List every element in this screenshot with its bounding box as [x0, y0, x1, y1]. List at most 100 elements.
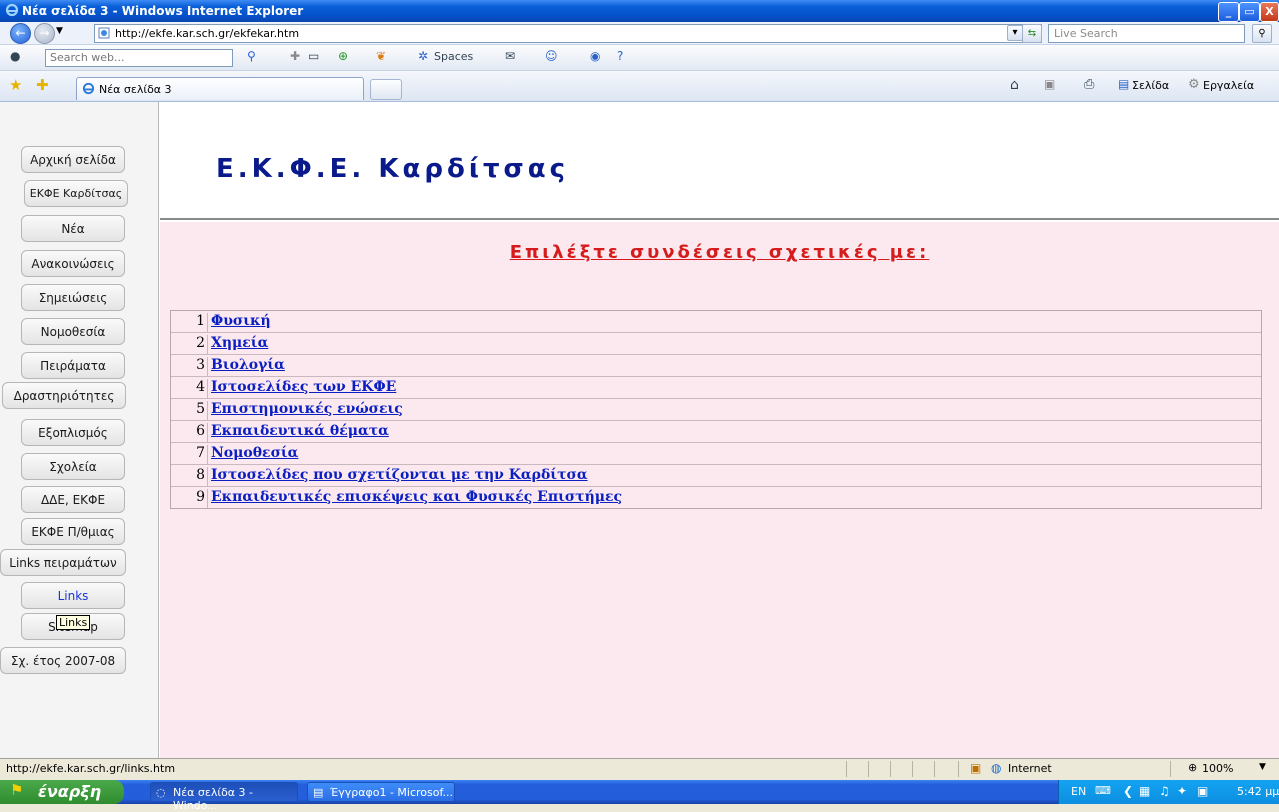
task-word[interactable]: ▤ Έγγραφο1 - Microsof... — [307, 782, 455, 802]
address-toolbar: ← → ▼ http://ekfe.kar.sch.gr/ekfekar.htm… — [0, 22, 1279, 45]
highlight-icon[interactable]: ✚ — [290, 49, 300, 63]
zoom-icon[interactable]: ⊕ — [1188, 761, 1197, 774]
link-educational-topics[interactable]: Εκπαιδευτικά θέματα — [211, 423, 389, 439]
search-toolbar: ● Search web... ⚲ ✚ ▭ ⊕ ❦ ✲ Spaces ✉ ☺ ◉… — [0, 45, 1279, 71]
page-menu-icon[interactable]: ▤ — [1118, 77, 1129, 91]
toolbar-logo-icon[interactable]: ● — [10, 49, 20, 63]
link-scientific-unions[interactable]: Επιστημονικές ενώσεις — [211, 401, 403, 417]
home-icon[interactable]: ⌂ — [1010, 77, 1019, 93]
tab-label: Νέα σελίδα 3 — [99, 83, 172, 96]
row-number: 8 — [175, 467, 208, 486]
nav-experiments[interactable]: Πειράματα — [21, 352, 125, 379]
link-biology[interactable]: Βιολογία — [211, 357, 285, 373]
recent-pages-dropdown-icon[interactable]: ▼ — [56, 26, 63, 36]
close-button[interactable]: X — [1260, 2, 1279, 22]
page-menu[interactable]: Σελίδα — [1132, 79, 1169, 92]
status-divider — [868, 761, 869, 777]
web-search-input[interactable]: Search web... — [45, 49, 233, 67]
print-icon[interactable]: ⎙ — [1084, 77, 1094, 92]
row-number: 7 — [175, 445, 208, 464]
add-favorite-icon[interactable]: ✚ — [36, 76, 49, 94]
address-dropdown-icon[interactable]: ▾ — [1007, 25, 1023, 41]
tools-menu[interactable]: Εργαλεία — [1203, 79, 1254, 92]
row-number: 3 — [175, 357, 208, 376]
minimize-button[interactable]: _ — [1218, 2, 1239, 22]
network-icon[interactable]: ▦ — [1139, 784, 1150, 798]
nav-links[interactable]: Links — [21, 582, 125, 609]
search-icon[interactable]: ⚲ — [1252, 24, 1272, 43]
link-educational-visits[interactable]: Εκπαιδευτικές επισκέψεις και Φυσικές Επι… — [211, 489, 622, 505]
nav-ekfe-primary[interactable]: ΕΚΦΕ Π/θμιας — [21, 518, 125, 545]
link-physics[interactable]: Φυσική — [211, 313, 271, 329]
security-icon[interactable]: ✦ — [1177, 784, 1187, 798]
task-ie-label: Νέα σελίδα 3 - Windo... — [173, 786, 254, 812]
back-button[interactable]: ← — [10, 23, 31, 44]
new-tab-button[interactable] — [370, 79, 402, 100]
tools-gear-icon[interactable]: ⚙ — [1188, 77, 1200, 92]
task-ie[interactable]: ◌ Νέα σελίδα 3 - Windo... — [150, 782, 298, 812]
site-title: Ε.Κ.Φ.Ε. Καρδίτσας — [216, 154, 570, 184]
nav-equipment[interactable]: Εξοπλισμός — [21, 419, 125, 446]
display-icon[interactable]: ▣ — [1197, 784, 1208, 798]
search-go-icon[interactable]: ⚲ — [247, 49, 256, 63]
live-search-input[interactable]: Live Search — [1048, 24, 1245, 43]
page-heading: Επιλέξτε συνδέσεις σχετικές με: — [509, 242, 930, 263]
nav-school-year[interactable]: Σχ. έτος 2007-08 — [0, 647, 126, 674]
system-tray: EN ⌨ ❮ ▦ ♫ ✦ ▣ 5:42 μμ — [1058, 780, 1279, 804]
table-row: 8 Ιστοσελίδες που σχετίζονται με την Καρδ… — [171, 465, 1261, 487]
nav-dde-ekfe[interactable]: ΔΔΕ, ΕΚΦΕ — [21, 486, 125, 513]
nav-activities[interactable]: Δραστηριότητες — [2, 382, 126, 409]
language-indicator[interactable]: EN — [1071, 785, 1086, 798]
nav-ekfe-karditsas[interactable]: ΕΚΦΕ Καρδίτσας — [24, 180, 128, 207]
nav-experiment-links[interactable]: Links πειραμάτων — [0, 549, 126, 576]
ie-tab-icon — [82, 82, 95, 95]
internet-zone-icon: ◍ — [991, 761, 1002, 775]
status-divider — [912, 761, 913, 777]
tab-bar: ★ ✚ Νέα σελίδα 3 ⌂ ▣ ⎙ ▤ Σελίδα ⚙ Εργαλε… — [0, 71, 1279, 102]
favorites-star-icon[interactable]: ★ — [9, 76, 22, 94]
address-bar[interactable]: http://ekfe.kar.sch.gr/ekfekar.htm — [94, 24, 1042, 43]
tab-active[interactable]: Νέα σελίδα 3 — [76, 77, 364, 100]
page-icon — [98, 27, 110, 39]
status-divider — [934, 761, 935, 777]
nav-announcements[interactable]: Ανακοινώσεις — [21, 250, 125, 277]
spaces-label[interactable]: Spaces — [434, 50, 473, 63]
keyboard-icon[interactable]: ⌨ — [1095, 784, 1111, 797]
alerts-icon[interactable]: ◉ — [590, 49, 600, 63]
link-karditsa-sites[interactable]: Ιστοσελίδες που σχετίζονται με την Καρδί… — [211, 467, 588, 483]
add-icon[interactable]: ⊕ — [338, 49, 348, 63]
nav-news[interactable]: Νέα — [21, 215, 125, 242]
mail-icon[interactable]: ✉ — [505, 49, 515, 63]
window-title-bar[interactable]: Νέα σελίδα 3 - Windows Internet Explorer… — [0, 0, 1279, 22]
window-icon[interactable]: ▭ — [308, 49, 319, 63]
link-ekfe-sites[interactable]: Ιστοσελίδες των ΕΚΦΕ — [211, 379, 396, 395]
table-row: 1 Φυσική — [171, 311, 1261, 333]
feeds-icon[interactable]: ▣ — [1044, 77, 1055, 91]
refresh-button[interactable]: ⇆ — [1022, 24, 1042, 43]
nav-home[interactable]: Αρχική σελίδα — [21, 146, 125, 173]
maximize-button[interactable]: ▭ — [1239, 2, 1260, 22]
nav-legislation[interactable]: Νομοθεσία — [21, 318, 125, 345]
status-divider — [890, 761, 891, 777]
nav-schools[interactable]: Σχολεία — [21, 453, 125, 480]
tray-arrow-icon[interactable]: ❮ — [1123, 784, 1133, 798]
zoom-level[interactable]: 100% — [1202, 762, 1233, 775]
row-number: 1 — [175, 313, 208, 332]
protected-mode-icon[interactable]: ▣ — [970, 761, 981, 775]
status-text: http://ekfe.kar.sch.gr/links.htm — [6, 762, 176, 775]
link-chemistry[interactable]: Χημεία — [211, 335, 268, 351]
help-icon[interactable]: ? — [617, 49, 623, 63]
links-tooltip: Links — [56, 615, 91, 630]
page-viewport: Αρχική σελίδα ΕΚΦΕ Καρδίτσας Νέα Ανακοιν… — [0, 102, 1279, 758]
spaces-icon[interactable]: ✲ — [418, 49, 428, 63]
ie-task-icon: ◌ — [156, 786, 166, 799]
nav-notes[interactable]: Σημειώσεις — [21, 284, 125, 311]
contacts-icon[interactable]: ☺ — [545, 49, 558, 63]
zoom-dropdown-icon[interactable]: ▼ — [1259, 762, 1266, 772]
messenger-icon[interactable]: ❦ — [376, 49, 386, 63]
left-navigation: Αρχική σελίδα ΕΚΦΕ Καρδίτσας Νέα Ανακοιν… — [0, 102, 159, 758]
link-legislation[interactable]: Νομοθεσία — [211, 445, 298, 461]
forward-button[interactable]: → — [34, 23, 55, 44]
start-button[interactable]: ⚑ έναρξη — [0, 780, 124, 804]
volume-icon[interactable]: ♫ — [1159, 784, 1170, 798]
